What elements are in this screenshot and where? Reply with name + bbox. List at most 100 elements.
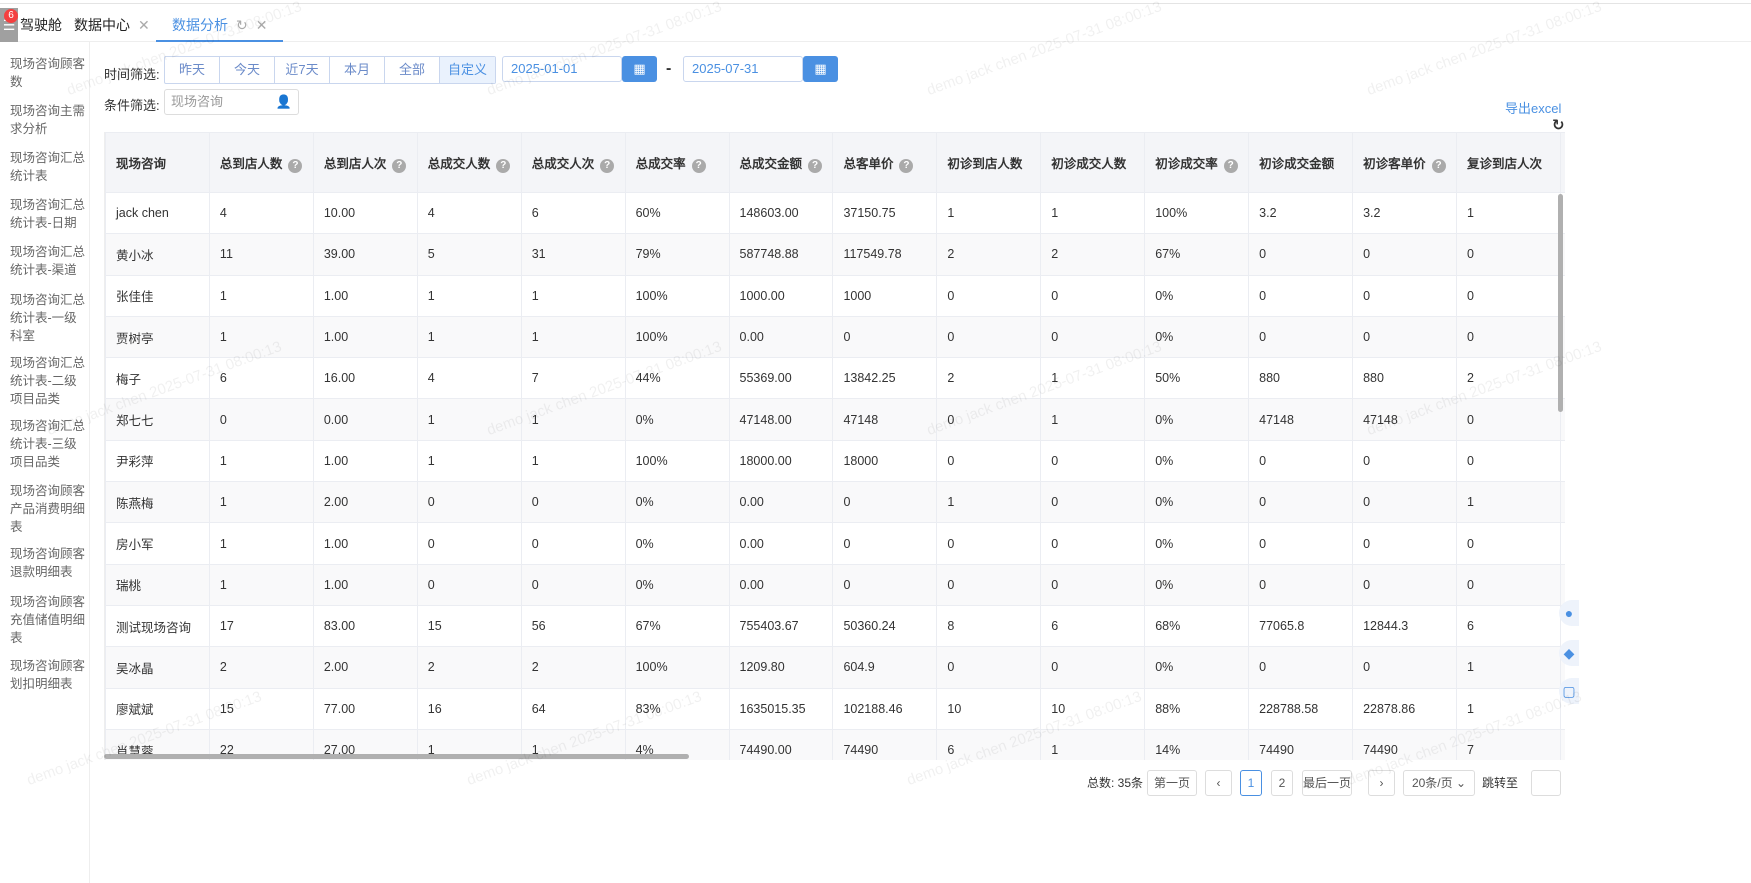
table-cell: 44%: [624, 357, 730, 400]
table-cell: 100%: [624, 274, 730, 317]
sidebar-item[interactable]: 现场咨询顾客数: [10, 55, 88, 91]
time-option-7days[interactable]: 近7天: [275, 57, 330, 83]
table-cell: 0: [1455, 439, 1561, 483]
table-cell: 0: [520, 522, 626, 565]
table-cell: 张佳佳: [105, 274, 210, 317]
jump-page-input[interactable]: [1531, 770, 1561, 796]
help-icon[interactable]: ?: [392, 158, 407, 173]
time-option-all[interactable]: 全部: [385, 57, 440, 83]
tab-data-center[interactable]: 数据中心 ✕: [74, 8, 150, 42]
calendar-icon[interactable]: ▦: [803, 56, 838, 82]
help-icon[interactable]: ?: [1223, 158, 1238, 173]
table-cell: 0: [1248, 274, 1354, 317]
column-header: 初诊成交人数: [1040, 132, 1146, 193]
table-cell: 2: [208, 646, 314, 689]
table-cell: 77065.8: [1248, 604, 1354, 648]
table-cell: 12844.3: [1352, 604, 1457, 648]
sidebar-item[interactable]: 现场咨询汇总统计表-三级项目品类: [10, 417, 88, 471]
table-cell: 0: [1248, 481, 1354, 524]
sidebar-item[interactable]: 现场咨询顾客充值储值明细表: [10, 593, 88, 647]
sidebar-item[interactable]: 现场咨询汇总统计表-二级项目品类: [10, 354, 88, 408]
prev-page-button[interactable]: ‹: [1205, 770, 1232, 796]
vertical-scrollbar[interactable]: [1558, 194, 1563, 412]
table-cell: 0%: [624, 398, 730, 441]
page-2-button[interactable]: 2: [1271, 770, 1293, 796]
close-icon[interactable]: ✕: [138, 17, 150, 33]
time-option-yesterday[interactable]: 昨天: [165, 57, 220, 83]
end-date-input[interactable]: 2025-07-31: [683, 56, 803, 82]
refresh-icon[interactable]: ↻: [236, 17, 248, 33]
placeholder: 现场咨询: [171, 94, 224, 109]
time-option-month[interactable]: 本月: [330, 57, 385, 83]
chat-icon[interactable]: ▢: [1559, 678, 1579, 704]
start-date-input[interactable]: 2025-01-01: [502, 56, 622, 82]
page-size-value: 20条/页: [1411, 776, 1453, 790]
table-cell: 0: [1352, 315, 1457, 359]
close-icon[interactable]: ✕: [256, 17, 268, 33]
first-page-button[interactable]: 第一页: [1147, 770, 1197, 796]
help-icon[interactable]: ?: [899, 158, 914, 173]
table-cell: 64: [520, 687, 626, 730]
table-cell: 74490: [832, 728, 938, 760]
help-icon[interactable]: ?: [1431, 158, 1446, 173]
tab-data-analysis[interactable]: 数据分析 ↻ ✕: [156, 8, 284, 42]
bell-icon[interactable]: ◆: [1559, 640, 1579, 666]
table-cell: 60%: [624, 191, 730, 235]
consultant-filter-input[interactable]: 现场咨询 👤: [164, 89, 299, 115]
sidebar-item[interactable]: 现场咨询汇总统计表-渠道: [10, 243, 88, 279]
help-icon[interactable]: ?: [808, 158, 823, 173]
tab-bar: ☰ 6 驾驶舱 数据中心 ✕ 数据分析 ↻ ✕: [0, 4, 1751, 42]
export-excel-link[interactable]: 导出excel: [1505, 98, 1561, 117]
header-label: 总成交率: [635, 156, 686, 171]
table-cell: 0: [1248, 646, 1354, 689]
table-cell: 1: [1455, 481, 1561, 524]
table-cell: 6: [1455, 604, 1561, 648]
table-cell: 2.00: [312, 481, 418, 524]
sidebar-item[interactable]: 现场咨询汇总统计表-一级科室: [10, 291, 88, 345]
table-cell: 0: [1455, 522, 1561, 565]
avatar[interactable]: ●: [1559, 600, 1579, 626]
header-label: 现场咨询: [116, 157, 167, 171]
page-size-select[interactable]: 20条/页 ⌄: [1403, 770, 1475, 796]
data-table: 现场咨询 总到店人数? 总到店人次? 总成交人数? 总成交人次? 总成交率? 总成交金额? 总…: [104, 132, 1565, 760]
table-cell: 117549.78: [832, 233, 938, 276]
sidebar-item[interactable]: 现场咨询主需求分析: [10, 102, 88, 138]
table-cell: 0: [1352, 439, 1457, 483]
sidebar-item[interactable]: 现场咨询顾客退款明细表: [10, 545, 88, 581]
table-cell: 0%: [1144, 315, 1250, 359]
sidebar-item[interactable]: 现场咨询汇总统计表: [10, 149, 88, 185]
table-row: 陈燕梅12.00000%0.000100%0010: [105, 481, 1565, 524]
sidebar-item[interactable]: 现场咨询顾客产品消费明细表: [10, 482, 88, 536]
help-icon[interactable]: ?: [691, 158, 706, 173]
table-cell: 1.00: [312, 315, 418, 359]
time-option-custom[interactable]: 自定义: [440, 57, 495, 83]
table-cell: 1.00: [312, 563, 418, 606]
help-icon[interactable]: ?: [496, 158, 511, 173]
next-page-button[interactable]: ›: [1368, 770, 1395, 796]
table-cell: 0: [1040, 481, 1146, 524]
table-cell: 测试现场咨询: [105, 604, 210, 648]
header-label: 初诊成交率: [1155, 156, 1218, 171]
last-page-button[interactable]: 最后一页: [1302, 770, 1352, 796]
header-label: 总成交金额: [739, 156, 803, 171]
calendar-icon[interactable]: ▦: [622, 56, 657, 82]
table-cell: 1.00: [312, 274, 418, 317]
page-1-button[interactable]: 1: [1240, 770, 1262, 796]
time-option-today[interactable]: 今天: [220, 57, 275, 83]
help-icon[interactable]: ?: [288, 158, 303, 173]
table-cell: 梅子: [105, 357, 210, 400]
tab-cockpit[interactable]: 驾驶舱: [20, 8, 62, 42]
column-header: 复: [1559, 132, 1565, 193]
sidebar-item[interactable]: 现场咨询汇总统计表-日期: [10, 196, 88, 232]
table-cell: 11: [208, 233, 314, 276]
horizontal-scrollbar[interactable]: [104, 754, 689, 759]
table-cell: 14%: [1144, 728, 1250, 760]
table-cell: 0: [1455, 233, 1561, 276]
table-cell: 0: [936, 274, 1042, 317]
table-cell: 1: [416, 274, 522, 317]
table-cell: 1: [208, 274, 314, 317]
help-icon[interactable]: ?: [600, 158, 615, 173]
table-cell: 67%: [624, 604, 730, 648]
table-cell: 15: [208, 687, 314, 730]
sidebar-item[interactable]: 现场咨询顾客划扣明细表: [10, 657, 88, 693]
